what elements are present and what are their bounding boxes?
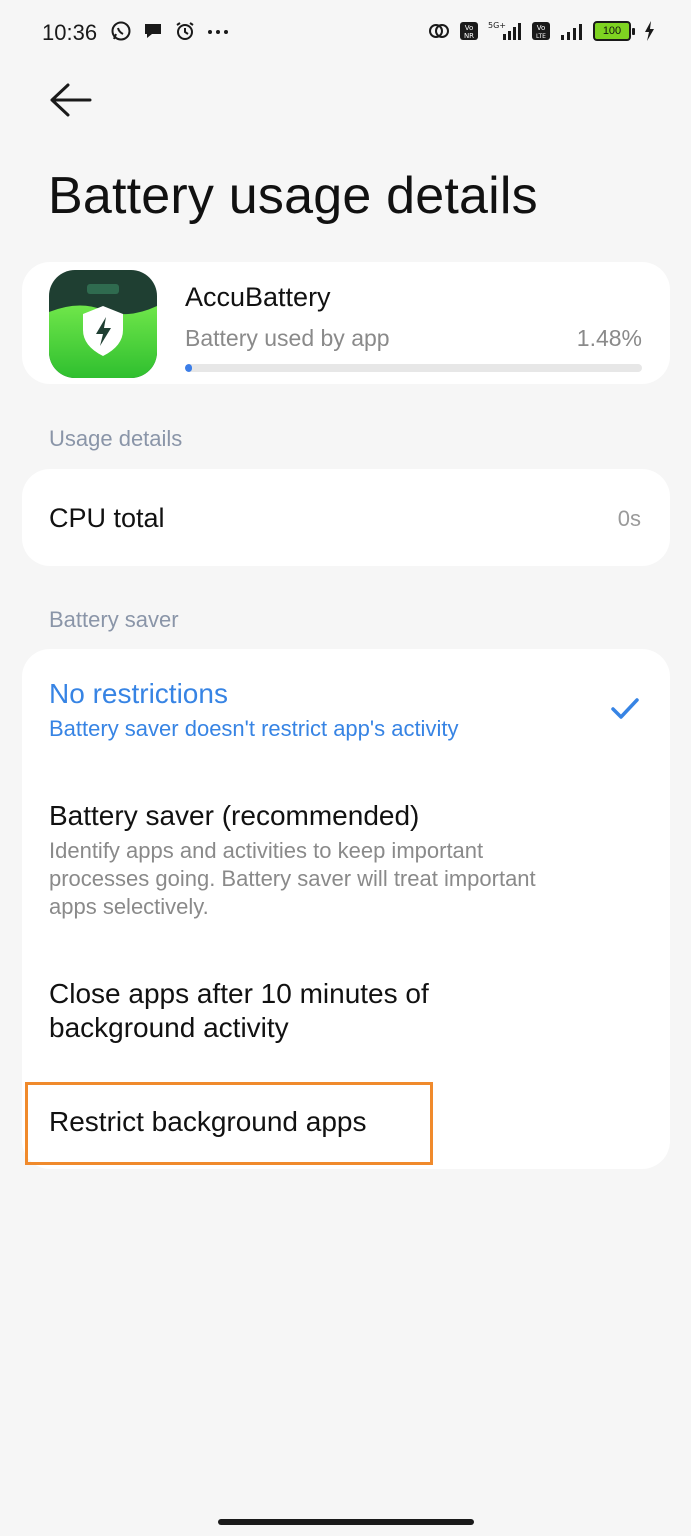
cpu-total-value: 0s [617, 506, 641, 531]
section-label-usage-details: Usage details [49, 426, 183, 451]
chat-icon [145, 24, 161, 38]
volte-lte-icon: VoLTE [532, 22, 550, 40]
option-title: Battery saver (recommended) [49, 800, 420, 831]
alarm-icon [176, 22, 194, 40]
option-title: No restrictions [49, 678, 228, 709]
accubattery-app-icon [49, 270, 157, 378]
status-icons-left [110, 20, 230, 42]
option-description: Battery saver doesn't restrict app's act… [49, 716, 459, 741]
usage-value: 1.48% [576, 325, 642, 351]
back-arrow-icon[interactable] [48, 80, 94, 120]
status-bar: 10:36 Vo NR 5G+ Vo LTE 100 [0, 0, 691, 66]
svg-text:LTE: LTE [536, 33, 546, 40]
cpu-total-label: CPU total [49, 503, 165, 533]
svg-text:Vo: Vo [537, 24, 546, 32]
svg-text:NR: NR [464, 32, 474, 40]
signal-icon [561, 24, 582, 40]
checkmark-icon [611, 698, 639, 719]
option-description: Identify apps and activities to keep imp… [49, 838, 536, 919]
svg-text:5G+: 5G+ [488, 21, 506, 30]
battery-icon: 100 [593, 21, 635, 41]
charging-bolt-icon [645, 21, 654, 41]
highlight-box [25, 1082, 433, 1165]
usage-progress-fill [185, 364, 192, 372]
battery-level: 100 [593, 21, 631, 41]
status-time: 10:36 [42, 20, 98, 45]
cpu-total-row[interactable]: CPU total 0s [22, 469, 670, 566]
usage-progress-bar [185, 364, 642, 372]
signal-5g-icon: 5G+ [488, 21, 521, 40]
option-close-apps-after-10-minutes[interactable]: Close apps after 10 minutes of backgroun… [49, 977, 609, 1045]
svg-text:Vo: Vo [465, 24, 474, 32]
section-label-battery-saver: Battery saver [49, 607, 179, 632]
option-battery-saver-recommended[interactable]: Battery saver (recommended) Identify app… [49, 799, 609, 921]
whatsapp-icon [111, 21, 131, 41]
app-name: AccuBattery [185, 282, 331, 312]
option-title: Close apps after 10 minutes of backgroun… [49, 978, 429, 1043]
home-indicator[interactable] [218, 1519, 474, 1525]
status-icons-right: Vo NR 5G+ Vo LTE 100 [427, 20, 655, 42]
page-title: Battery usage details [48, 167, 538, 225]
hotspot-link-icon [429, 24, 449, 38]
more-notifications-icon [208, 30, 228, 34]
app-usage-card: AccuBattery Battery used by app 1.48% [22, 262, 670, 384]
usage-label: Battery used by app [185, 325, 390, 351]
volte-icon: VoNR [460, 22, 478, 40]
option-no-restrictions[interactable]: No restrictions Battery saver doesn't re… [49, 677, 609, 743]
